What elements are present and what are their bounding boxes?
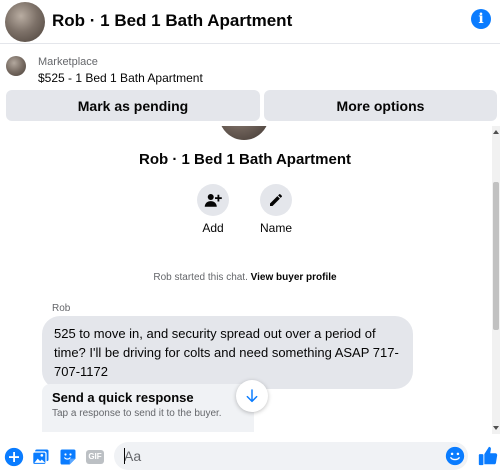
scroll-to-bottom-button[interactable] — [236, 380, 268, 412]
listing-thumbnail — [6, 56, 26, 76]
message-input[interactable] — [124, 446, 434, 466]
plus-circle-icon — [4, 447, 24, 467]
emoji-icon[interactable] — [445, 446, 465, 466]
message-bubble[interactable]: 525 to move in, and security spread out … — [42, 316, 413, 389]
scroll-up-arrow-icon[interactable] — [492, 128, 500, 136]
arrow-down-icon — [246, 389, 258, 403]
add-button[interactable] — [197, 184, 229, 216]
thumbs-up-icon — [478, 446, 498, 466]
listing-actions: Mark as pending More options — [6, 90, 497, 121]
like-button[interactable] — [477, 445, 499, 467]
chat-title[interactable]: Rob · 1 Bed 1 Bath Apartment — [52, 11, 292, 31]
scrollbar[interactable] — [492, 126, 500, 434]
avatar[interactable] — [5, 2, 45, 42]
quick-response-panel[interactable]: Send a quick response Tap a response to … — [42, 384, 254, 432]
pencil-icon — [270, 193, 283, 206]
scroll-down-arrow-icon[interactable] — [492, 424, 500, 432]
add-label: Add — [202, 221, 224, 235]
chat-header: Rob · 1 Bed 1 Bath Apartment i — [0, 0, 500, 44]
scrollbar-thumb[interactable] — [493, 182, 499, 330]
message-input-container[interactable] — [114, 442, 468, 470]
message-composer: GIF — [0, 437, 500, 475]
photo-icon — [32, 449, 49, 466]
add-person-icon — [204, 194, 222, 207]
sticker-icon — [60, 449, 76, 465]
gif-button[interactable]: GIF — [85, 447, 105, 467]
quick-response-title: Send a quick response — [52, 390, 194, 405]
chat-started-text: Rob started this chat. — [153, 272, 248, 283]
name-button[interactable] — [260, 184, 292, 216]
chat-thread[interactable]: Rob · 1 Bed 1 Bath Apartment Add Name Ro… — [0, 126, 500, 434]
profile-name: Rob · 1 Bed 1 Bath Apartment — [139, 151, 351, 168]
marketplace-label: Marketplace — [38, 56, 98, 68]
message-sender: Rob — [52, 303, 71, 314]
quick-response-subtitle: Tap a response to send it to the buyer. — [52, 408, 222, 419]
view-buyer-profile-link[interactable]: View buyer profile — [251, 272, 337, 283]
listing-title: $525 - 1 Bed 1 Bath Apartment — [38, 71, 203, 85]
profile-avatar — [219, 126, 269, 140]
attach-photo-button[interactable] — [31, 447, 51, 467]
name-label: Name — [259, 221, 292, 235]
more-actions-button[interactable] — [4, 447, 24, 467]
more-options-button[interactable]: More options — [264, 90, 497, 121]
mark-as-pending-button[interactable]: Mark as pending — [6, 90, 260, 121]
marketplace-listing[interactable]: Marketplace $525 - 1 Bed 1 Bath Apartmen… — [0, 45, 500, 87]
info-icon[interactable]: i — [471, 9, 491, 29]
text-caret — [124, 448, 125, 464]
chat-started-notice: Rob started this chat. View buyer profil… — [0, 272, 490, 283]
sticker-button[interactable] — [58, 447, 78, 467]
gif-icon: GIF — [86, 450, 104, 464]
